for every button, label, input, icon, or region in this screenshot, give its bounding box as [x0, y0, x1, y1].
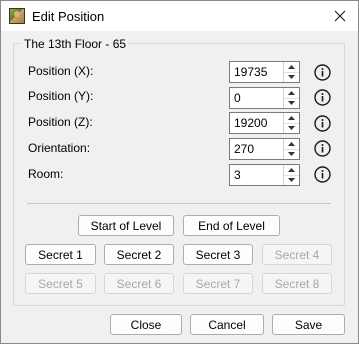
- position-y-spinbox: [229, 87, 300, 109]
- secret-4-button[interactable]: Secret 4: [262, 244, 332, 265]
- secret-2-button[interactable]: Secret 2: [104, 244, 174, 265]
- position-x-label: Position (X):: [28, 64, 94, 78]
- spin-down-arrow-icon[interactable]: [284, 123, 299, 133]
- spin-down-arrow-icon[interactable]: [284, 149, 299, 159]
- position-z-label: Position (Z):: [28, 115, 93, 129]
- spin-down-arrow-icon[interactable]: [284, 72, 299, 82]
- secret-5-button[interactable]: Secret 5: [25, 273, 96, 294]
- position-z-spinbox: [229, 112, 300, 134]
- info-icon[interactable]: [314, 64, 331, 81]
- room-spin-buttons: [283, 165, 299, 185]
- secret-6-button[interactable]: Secret 6: [104, 273, 174, 294]
- title-bar: Edit Position: [1, 1, 358, 31]
- info-icon[interactable]: [314, 166, 331, 183]
- secret-3-button[interactable]: Secret 3: [183, 244, 253, 265]
- window-title: Edit Position: [32, 9, 105, 24]
- info-icon[interactable]: [314, 115, 331, 132]
- save-button[interactable]: Save: [272, 314, 345, 335]
- close-button[interactable]: Close: [110, 314, 182, 335]
- app-thumbnail-icon: [9, 8, 25, 24]
- separator-line: [27, 203, 331, 204]
- position-x-input[interactable]: [230, 62, 284, 82]
- info-icon[interactable]: [314, 140, 331, 157]
- orientation-input[interactable]: [230, 139, 284, 159]
- start-of-level-button[interactable]: Start of Level: [78, 215, 174, 236]
- position-z-spin-buttons: [283, 113, 299, 133]
- info-icon[interactable]: [314, 89, 331, 106]
- spin-down-arrow-icon[interactable]: [284, 175, 299, 185]
- room-spinbox: [229, 164, 300, 186]
- secret-8-button[interactable]: Secret 8: [262, 273, 332, 294]
- cancel-button[interactable]: Cancel: [190, 314, 264, 335]
- position-x-spinbox: [229, 61, 300, 83]
- room-label: Room:: [28, 167, 64, 181]
- close-icon[interactable]: [330, 6, 350, 26]
- orientation-spinbox: [229, 138, 300, 160]
- end-of-level-button[interactable]: End of Level: [183, 215, 280, 236]
- position-y-label: Position (Y):: [28, 89, 94, 103]
- orientation-spin-buttons: [283, 139, 299, 159]
- secret-7-button[interactable]: Secret 7: [183, 273, 253, 294]
- position-z-input[interactable]: [230, 113, 284, 133]
- position-y-input[interactable]: [230, 88, 284, 108]
- spin-down-arrow-icon[interactable]: [284, 98, 299, 108]
- position-y-spin-buttons: [283, 88, 299, 108]
- room-input[interactable]: [230, 165, 284, 185]
- position-x-spin-buttons: [283, 62, 299, 82]
- group-title: The 13th Floor - 65: [21, 37, 130, 51]
- secret-1-button[interactable]: Secret 1: [25, 244, 96, 265]
- orientation-label: Orientation:: [28, 141, 91, 155]
